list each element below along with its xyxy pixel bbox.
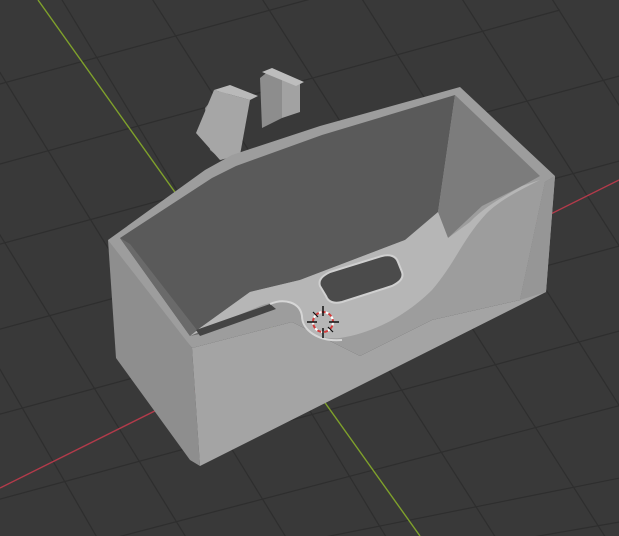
3d-viewport[interactable] (0, 0, 619, 536)
clip-tab-left-front (196, 90, 250, 160)
viewport-canvas[interactable] (0, 0, 619, 536)
mesh-object-tray[interactable] (108, 68, 555, 466)
